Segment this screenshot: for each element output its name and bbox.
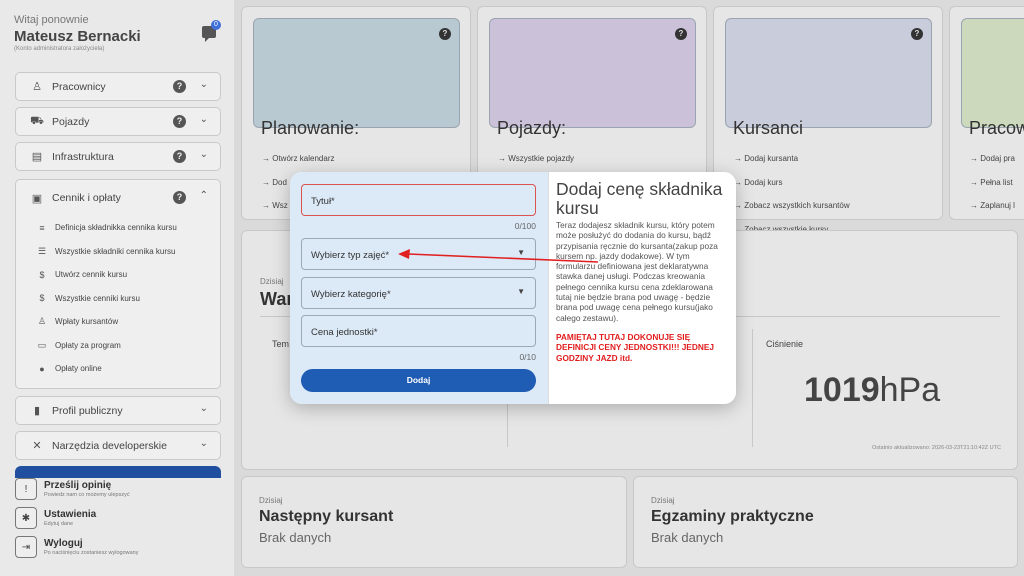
- add-price-modal: Tytuł* 0/100 Wybierz typ zajęć* ▼ Wybierz…: [290, 172, 736, 404]
- price-counter: 0/10: [519, 352, 536, 362]
- modal-info-panel: Dodaj cenę składnika kursu Teraz dodajes…: [548, 172, 736, 404]
- add-button[interactable]: Dodaj: [301, 369, 536, 392]
- title-input-label: Tytuł*: [311, 196, 335, 207]
- dropdown-caret-icon: ▼: [517, 287, 525, 296]
- unit-price-label: Cena jednostki*: [311, 327, 378, 338]
- dropdown-caret-icon: ▼: [517, 248, 525, 257]
- category-label: Wybierz kategorię*: [311, 289, 391, 300]
- unit-price-input[interactable]: Cena jednostki*: [301, 315, 536, 347]
- class-type-select[interactable]: Wybierz typ zajęć* ▼: [301, 238, 536, 270]
- info-warning: PAMIĘTAJ TUTAJ DOKONUJE SIĘ DEFINICJI CE…: [556, 331, 714, 363]
- category-select[interactable]: Wybierz kategorię* ▼: [301, 277, 536, 309]
- info-title: Dodaj cenę składnika kursu: [556, 179, 723, 218]
- info-text: Teraz dodajesz składnik kursu, który pot…: [556, 220, 718, 323]
- modal-form: Tytuł* 0/100 Wybierz typ zajęć* ▼ Wybierz…: [290, 172, 548, 404]
- title-input[interactable]: Tytuł*: [301, 184, 536, 216]
- title-counter: 0/100: [514, 221, 536, 231]
- class-type-label: Wybierz typ zajęć*: [311, 250, 390, 261]
